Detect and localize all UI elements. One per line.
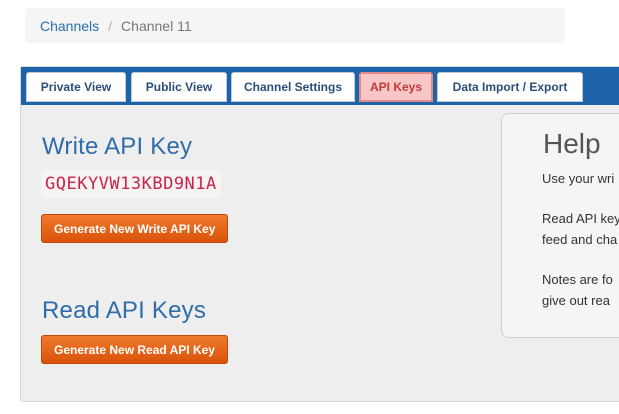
generate-write-key-button[interactable]: Generate New Write API Key: [41, 214, 229, 243]
tab-api-keys[interactable]: API Keys: [359, 72, 433, 102]
write-api-key-heading: Write API Key: [42, 133, 193, 160]
help-text-line: give out rea: [542, 293, 610, 308]
tab-public-view[interactable]: Public View: [131, 72, 227, 102]
breadcrumb-channels-link[interactable]: Channels: [40, 18, 99, 34]
breadcrumb-separator: /: [108, 17, 113, 34]
breadcrumb: Channels / Channel 11: [25, 8, 565, 43]
help-text-line: Use your wri: [542, 171, 615, 186]
tab-data-import-export[interactable]: Data Import / Export: [437, 72, 583, 102]
tab-channel-settings[interactable]: Channel Settings: [231, 72, 355, 102]
page: Channels / Channel 11 Private View Publi…: [0, 0, 619, 414]
help-text-line: Notes are fo: [542, 272, 613, 287]
write-api-key-value: GQEKYVW13KBD9N1A: [41, 170, 221, 198]
help-text-line: feed and cha: [542, 232, 618, 247]
generate-read-key-button[interactable]: Generate New Read API Key: [41, 335, 228, 364]
help-box: Help Use your wri Read API key feed and …: [501, 113, 619, 338]
help-text-line: Read API key: [542, 211, 619, 226]
help-title: Help: [543, 128, 601, 159]
tab-bar: Private View Public View Channel Setting…: [21, 67, 619, 105]
tab-private-view[interactable]: Private View: [26, 72, 126, 102]
breadcrumb-current: Channel 11: [121, 17, 192, 34]
read-api-keys-heading: Read API Keys: [42, 297, 207, 324]
channel-panel: Private View Public View Channel Setting…: [20, 66, 619, 402]
